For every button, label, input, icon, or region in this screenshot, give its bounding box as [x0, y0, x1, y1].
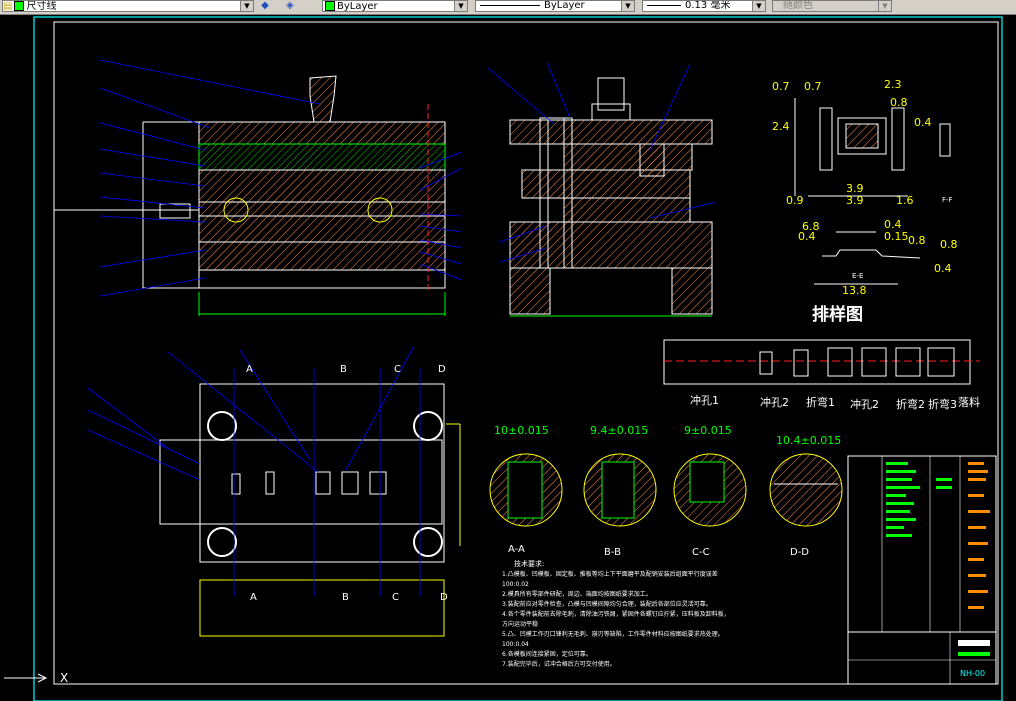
chevron-down-icon[interactable]: ▼ — [240, 1, 253, 11]
svg-text:9±0.015: 9±0.015 — [684, 424, 732, 437]
chevron-down-icon[interactable]: ▼ — [878, 1, 891, 11]
svg-text:0.7: 0.7 — [804, 80, 822, 93]
color-swatch — [325, 1, 335, 11]
svg-text:B: B — [342, 592, 349, 603]
section-label-ee: E-E — [852, 272, 863, 280]
svg-text:10.4±0.015: 10.4±0.015 — [776, 434, 841, 447]
svg-text:冲孔2: 冲孔2 — [850, 397, 879, 411]
part-view-ff — [794, 98, 951, 197]
svg-text:10±0.015: 10±0.015 — [494, 424, 549, 437]
svg-text:9.4±0.015: 9.4±0.015 — [590, 424, 648, 437]
parts-list — [847, 455, 997, 633]
svg-text:0.7: 0.7 — [772, 80, 790, 93]
svg-text:0.8: 0.8 — [940, 238, 958, 251]
svg-text:C-C: C-C — [692, 547, 710, 558]
svg-text:1.凸模板、凹模板、固定板、推板等均上下平面磨平及配销安装后: 1.凸模板、凹模板、固定板、推板等均上下平面磨平及配销安装后组面平行度误差 — [502, 570, 718, 578]
svg-text:0.8: 0.8 — [908, 234, 926, 247]
svg-text:3.9: 3.9 — [846, 182, 864, 195]
svg-text:D: D — [440, 592, 448, 603]
svg-text:6.各模板间连接紧固，定位可靠。: 6.各模板间连接紧固，定位可靠。 — [502, 650, 592, 658]
linetype-preview — [480, 4, 540, 6]
svg-text:D-D: D-D — [790, 547, 809, 558]
svg-text:0.4: 0.4 — [798, 230, 816, 243]
svg-text:100:0.02: 100:0.02 — [502, 581, 529, 588]
ucs-icon — [4, 673, 48, 683]
svg-text:折弯3: 折弯3 — [928, 397, 957, 411]
layer-states-icon[interactable]: ◆ — [258, 0, 272, 12]
color-value: ByLayer — [337, 1, 378, 12]
ucs-x-label: X — [60, 671, 68, 685]
svg-text:B: B — [340, 364, 347, 375]
lineweight-preview — [647, 4, 681, 6]
svg-text:7.装配完毕后，试冲合格后方可交付使用。: 7.装配完毕后，试冲合格后方可交付使用。 — [502, 660, 616, 668]
svg-text:0.9: 0.9 — [786, 194, 804, 207]
svg-text:0.8: 0.8 — [890, 96, 908, 109]
svg-text:冲孔1: 冲孔1 — [690, 393, 719, 407]
chevron-down-icon[interactable]: ▼ — [454, 1, 467, 11]
detail-dims: 10±0.015 9.4±0.015 9±0.015 10.4±0.015 — [494, 424, 841, 447]
svg-text:D: D — [438, 364, 446, 375]
detail-circles — [489, 453, 843, 527]
front-view-assembly — [54, 75, 446, 316]
dimstyle-select[interactable]: ▤ 尺寸线 ▼ — [2, 0, 254, 12]
svg-text:1.6: 1.6 — [896, 194, 914, 207]
part-dims-ee: 6.8 0.4 0.15 0.8 0.8 0.4 13.8 0.4 — [798, 218, 958, 297]
detail-labels: A-A B-B C-C D-D — [508, 544, 809, 558]
svg-text:5.凸、凹模工作刃口锋利无毛刺、崩刃等缺陷，工作零件材料应按: 5.凸、凹模工作刃口锋利无毛刺、崩刃等缺陷，工作零件材料应按图纸要求热处理。 — [502, 630, 724, 638]
svg-text:2.4: 2.4 — [772, 120, 790, 133]
svg-text:B-B: B-B — [604, 547, 621, 558]
plotstyle-select[interactable]: 随颜色 ▼ — [772, 0, 892, 12]
drawing-number: NH-00 — [960, 669, 985, 678]
dimstyle-value: 尺寸线 — [26, 1, 57, 12]
linetype-value: ByLayer — [544, 0, 585, 11]
svg-text:2.3: 2.3 — [884, 78, 902, 91]
svg-text:折弯1: 折弯1 — [806, 395, 835, 409]
svg-text:落料: 落料 — [958, 395, 980, 409]
svg-text:方向运动平稳: 方向运动平稳 — [502, 620, 538, 628]
svg-text:0.4: 0.4 — [914, 116, 932, 129]
lineweight-value: 0.13 毫米 — [685, 0, 731, 11]
side-view-assembly — [509, 77, 713, 317]
svg-text:折弯2: 折弯2 — [896, 397, 925, 411]
strip-layout — [663, 339, 980, 385]
color-select[interactable]: ByLayer ▼ — [322, 0, 468, 12]
chevron-down-icon[interactable]: ▼ — [621, 1, 634, 11]
chevron-down-icon[interactable]: ▼ — [752, 1, 765, 11]
svg-text:4.各个零件装配前去除毛刺，清除油污铁屑，紧固件各螺钉应拧紧: 4.各个零件装配前去除毛刺，清除油污铁屑，紧固件各螺钉应拧紧，压料板及卸料板， — [502, 610, 730, 618]
linetype-select[interactable]: ByLayer ▼ — [475, 0, 635, 12]
plotstyle-value: 随颜色 — [783, 0, 813, 11]
folder-icon: ▤ — [3, 1, 13, 12]
svg-text:C: C — [392, 592, 399, 603]
strip-labels: 冲孔1 冲孔2 折弯1 冲孔2 折弯2 折弯3 落料 — [690, 393, 980, 411]
section-label-ff: F-F — [942, 196, 953, 204]
svg-text:0.15: 0.15 — [884, 230, 909, 243]
svg-text:技术要求:: 技术要求: — [514, 559, 544, 568]
svg-text:3.9: 3.9 — [846, 194, 864, 207]
layer-previous-icon[interactable]: ◈ — [283, 0, 297, 12]
plan-view-assembly — [159, 383, 461, 637]
drawing-canvas[interactable]: 0.7 0.7 2.3 0.8 0.4 2.4 0.9 3.9 1.6 3.9 … — [0, 14, 1016, 701]
layer-color-swatch — [14, 1, 25, 11]
svg-text:3.装配前应对零件检查，凸模与凹模间隙均匀合理，装配后各部位: 3.装配前应对零件检查，凸模与凹模间隙均匀合理，装配后各部位应灵活可靠。 — [502, 600, 712, 608]
svg-text:冲孔2: 冲孔2 — [760, 395, 789, 409]
lineweight-select[interactable]: 0.13 毫米 ▼ — [642, 0, 766, 12]
properties-toolbar: ▤ 尺寸线 ▼ ◆ ◈ ByLayer ▼ ByLayer ▼ 0.13 毫米 ▼… — [0, 0, 1016, 15]
svg-text:A: A — [246, 364, 253, 375]
svg-text:C: C — [394, 364, 401, 375]
svg-text:A: A — [250, 592, 257, 603]
svg-text:0.4: 0.4 — [934, 262, 952, 275]
section-marks-bottom: A B C D — [250, 592, 448, 603]
section-marks-top: A B C D — [246, 364, 446, 375]
svg-text:13.8: 13.8 — [842, 284, 867, 297]
strip-layout-title: 排样图 — [812, 304, 863, 325]
svg-text:A-A: A-A — [508, 544, 525, 555]
svg-text:100:0.04: 100:0.04 — [502, 641, 529, 648]
tech-requirements: 技术要求: 1.凸模板、凹模板、固定板、推板等均上下平面磨平及配销安装后组面平行… — [502, 559, 730, 668]
svg-text:2.模具所有零部件研配，周边、端面均按图纸要求加工。: 2.模具所有零部件研配，周边、端面均按图纸要求加工。 — [502, 590, 652, 598]
